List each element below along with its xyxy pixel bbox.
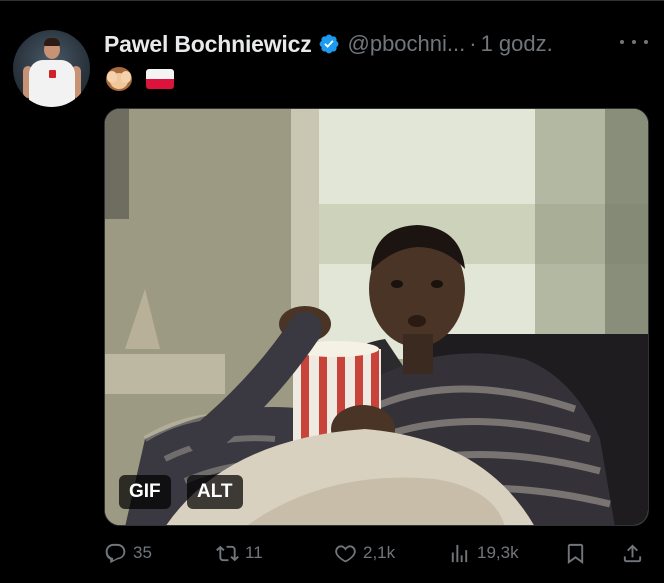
poland-flag-emoji <box>146 69 174 89</box>
repost-count: 11 <box>245 543 263 562</box>
repost-icon <box>216 545 239 561</box>
author-handle[interactable]: @pbochni... <box>348 31 466 57</box>
bookmark-button[interactable] <box>564 538 587 568</box>
views-button[interactable]: 19,3k <box>448 538 519 568</box>
view-count: 19,3k <box>477 543 519 562</box>
more-icon[interactable] <box>620 34 648 50</box>
see-no-evil-monkey-emoji <box>104 65 134 93</box>
gif-frame <box>105 109 648 525</box>
separator: · <box>469 31 477 56</box>
like-icon <box>335 544 356 562</box>
divider <box>0 0 664 1</box>
bookmark-icon <box>567 543 584 564</box>
gif-media[interactable]: GIF ALT <box>104 108 649 526</box>
verified-badge-icon <box>319 34 338 54</box>
repost-button[interactable]: 11 <box>216 538 263 568</box>
timestamp[interactable]: 1 godz. <box>481 31 553 57</box>
views-icon <box>451 544 468 562</box>
tweet-header: Pawel Bochniewicz @pbochni... · 1 godz. <box>104 28 553 60</box>
reply-button[interactable]: 35 <box>104 538 152 568</box>
share-icon <box>623 543 642 562</box>
share-button[interactable] <box>621 538 644 568</box>
like-button[interactable]: 2,1k <box>334 538 395 568</box>
reply-icon <box>105 543 126 563</box>
like-count: 2,1k <box>363 543 396 562</box>
reply-count: 35 <box>133 543 152 562</box>
gif-badge: GIF <box>119 475 171 509</box>
tweet-text <box>104 64 174 94</box>
action-bar: 35 11 2,1k 19,3k <box>104 538 649 568</box>
alt-text-button[interactable]: ALT <box>187 475 243 509</box>
avatar[interactable] <box>13 30 90 107</box>
author-name[interactable]: Pawel Bochniewicz <box>104 31 312 58</box>
